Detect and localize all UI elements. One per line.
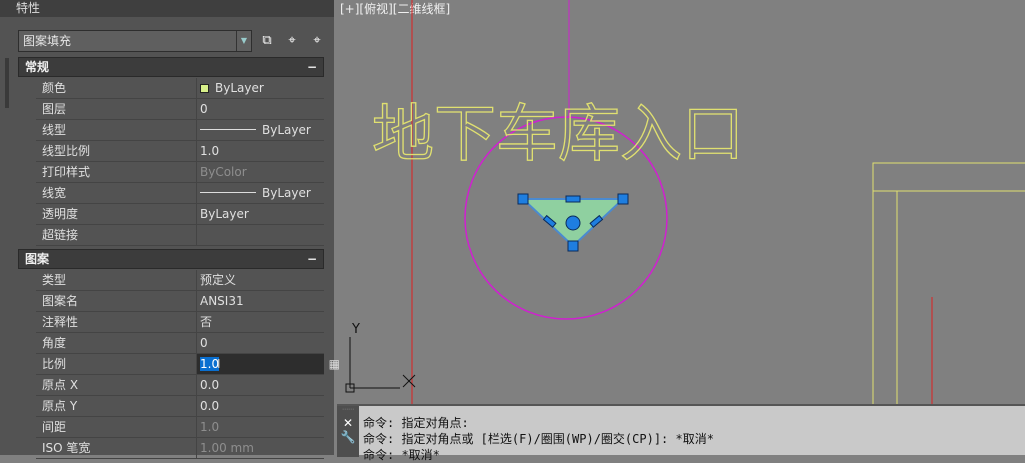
command-window[interactable]: ⋯⋯ ✕ 🔧 命令: 指定对角点: 命令: 指定对角点或 [栏选(F)/圈围(WP)…	[337, 404, 1025, 462]
drawing-canvas[interactable]: 地下车库入口 Y	[0, 0, 1025, 455]
command-sidebar: ⋯⋯ ✕ 🔧	[337, 406, 359, 457]
grip-icon[interactable]: ⋯⋯	[337, 406, 359, 416]
yellow-outline	[872, 162, 1025, 404]
wrench-icon[interactable]: 🔧	[337, 430, 359, 444]
command-line: 命令: 指定对角点:	[363, 416, 469, 430]
ucs-y-label: Y	[351, 322, 360, 337]
close-icon[interactable]: ✕	[337, 416, 359, 430]
ucs-icon	[345, 337, 416, 393]
command-line: 命令: 指定对角点或 [栏选(F)/圈围(WP)/圈交(CP)]: *取消*	[363, 432, 714, 446]
drawing-text: 地下车库入口	[372, 97, 744, 170]
